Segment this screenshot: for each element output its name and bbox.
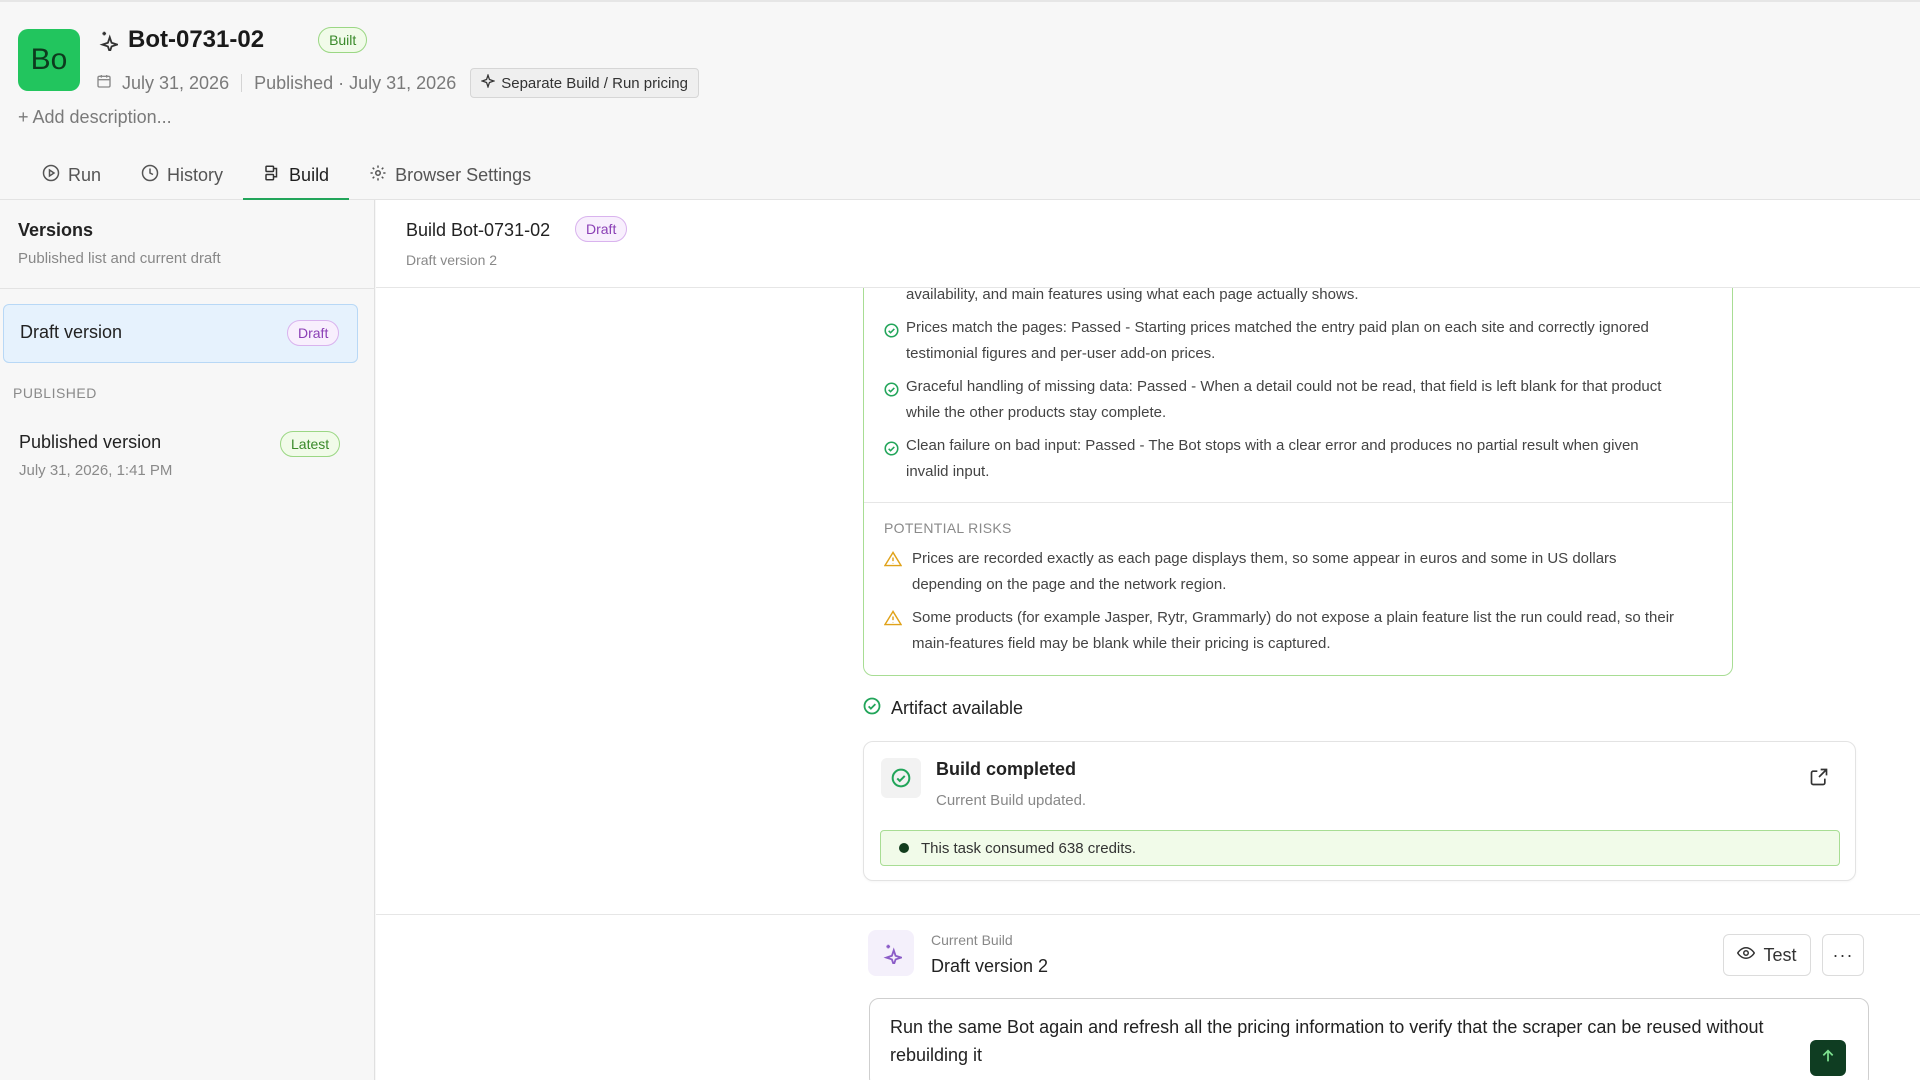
artifact-label: Artifact available (891, 698, 1024, 718)
external-link-icon[interactable] (1809, 767, 1829, 787)
build-completed-title: Build completed (936, 759, 1077, 779)
tab-browser-settings[interactable]: Browser Settings (349, 150, 551, 200)
avatar: Bo (18, 29, 80, 91)
play-circle-icon (42, 164, 60, 187)
latest-badge: Latest (280, 431, 341, 457)
warning-icon (883, 550, 903, 567)
send-button[interactable] (1810, 1040, 1846, 1076)
build-panel: Build Bot-0731-02 Draft Draft version 2 … (376, 200, 1920, 1080)
build-completed-card: Build completed Current Build updated. T… (863, 741, 1856, 881)
meta-divider (241, 74, 243, 92)
risk-item: Prices are recorded exactly as each page… (883, 546, 1719, 598)
page-title: Bot-0731-02 (128, 26, 265, 53)
sparkle-icon (96, 29, 118, 51)
tab-bar: Run History Build Browser Settings (22, 150, 551, 201)
published-version-date: July 31, 2026, 1:41 PM (19, 462, 173, 479)
sparkle-icon (480, 73, 497, 92)
meta-row: July 31, 2026 Published · July 31, 2026 … (96, 68, 699, 98)
sidebar-divider (0, 288, 375, 289)
clock-icon (141, 164, 159, 187)
credits-text: This task consumed 638 credits. (921, 839, 1137, 857)
test-button[interactable]: Test (1723, 934, 1811, 976)
test-button-label: Test (1763, 944, 1797, 965)
check-item-line2: while the other products stay complete. (906, 404, 1167, 421)
risk-item-line2: main-features field may be blank while t… (912, 635, 1331, 652)
report-line-text: availability, and main features using wh… (906, 286, 1359, 303)
risk-item: Some products (for example Jasper, Rytr,… (883, 605, 1719, 657)
draft-badge: Draft (287, 320, 340, 346)
risk-item-line1: Some products (for example Jasper, Rytr,… (912, 609, 1675, 626)
status-badge: Built (318, 27, 368, 53)
created-date: July 31, 2026 (122, 72, 230, 93)
draft-version-item[interactable]: Draft version Draft (3, 304, 358, 363)
check-circle-icon (884, 321, 899, 338)
sparkle-icon (868, 930, 914, 976)
check-item: Clean failure on bad input: Passed - The… (884, 433, 1714, 485)
calendar-icon (96, 73, 112, 94)
artifact-status: Artifact available (863, 697, 1023, 720)
published-date: Published · July 31, 2026 (254, 72, 457, 93)
check-circle-icon (863, 697, 881, 720)
footer-divider (376, 914, 1920, 915)
check-item-line2: testimonial figures and per-user add-on … (906, 345, 1216, 362)
more-options-button[interactable]: ··· (1822, 934, 1864, 976)
tab-run[interactable]: Run (22, 150, 121, 200)
tab-history[interactable]: History (121, 150, 243, 200)
warning-icon (883, 609, 903, 626)
published-version-label: Published version (19, 432, 162, 452)
check-circle-icon (884, 380, 899, 397)
build-title: Build Bot-0731-02 (406, 220, 551, 240)
check-item-line2: invalid input. (906, 463, 990, 480)
versions-sidebar: Versions Published list and current draf… (0, 200, 375, 1080)
check-circle-icon (881, 758, 921, 798)
report-divider (864, 502, 1732, 503)
build-subtitle: Draft version 2 (406, 252, 498, 268)
build-icon (263, 164, 281, 187)
tab-build[interactable]: Build (243, 150, 350, 201)
check-item: Graceful handling of missing data: Passe… (884, 374, 1714, 426)
versions-subtitle: Published list and current draft (18, 250, 221, 267)
current-build-label: Current Build (931, 932, 1013, 948)
build-panel-header: Build Bot-0731-02 Draft Draft version 2 (376, 200, 1920, 288)
title-row: Bot-0731-02 Built (96, 26, 368, 54)
pricing-pill-label: Separate Build / Run pricing (501, 74, 688, 92)
arrow-up-icon (1820, 1048, 1836, 1069)
pricing-pill[interactable]: Separate Build / Run pricing (470, 68, 699, 98)
prompt-input[interactable] (890, 1013, 1810, 1073)
add-description-link[interactable]: + Add description... (18, 107, 172, 128)
check-item-line1: Graceful handling of missing data: Passe… (906, 378, 1662, 395)
gear-icon (369, 164, 387, 187)
risks-heading: POTENTIAL RISKS (884, 520, 1012, 536)
eye-icon (1737, 944, 1756, 967)
report-line-truncated: availability, and main features using wh… (884, 282, 1714, 308)
tab-history-label: History (167, 164, 224, 185)
prompt-composer (869, 998, 1869, 1080)
test-report: availability, and main features using wh… (863, 286, 1733, 676)
tab-build-label: Build (289, 164, 330, 185)
check-item-line1: Prices match the pages: Passed - Startin… (906, 319, 1649, 336)
build-completed-subtitle: Current Build updated. (936, 792, 1087, 809)
draft-version-label: Draft version (20, 322, 123, 342)
current-build-value: Draft version 2 (931, 956, 1049, 976)
build-draft-badge: Draft (575, 216, 628, 242)
risk-item-line1: Prices are recorded exactly as each page… (912, 550, 1617, 567)
status-dot-icon (899, 843, 909, 853)
credits-notice: This task consumed 638 credits. (880, 830, 1840, 866)
risk-item-line2: depending on the page and the network re… (912, 576, 1227, 593)
check-circle-icon (884, 439, 899, 456)
check-item-line1: Clean failure on bad input: Passed - The… (906, 437, 1639, 454)
tab-browser-settings-label: Browser Settings (395, 164, 532, 185)
tab-run-label: Run (68, 164, 102, 185)
versions-title: Versions (18, 220, 94, 240)
published-heading: PUBLISHED (13, 385, 97, 401)
bot-header: Bo Bot-0731-02 Built July 31, 2026 Publi… (0, 2, 1920, 201)
check-item: Prices match the pages: Passed - Startin… (884, 315, 1714, 367)
